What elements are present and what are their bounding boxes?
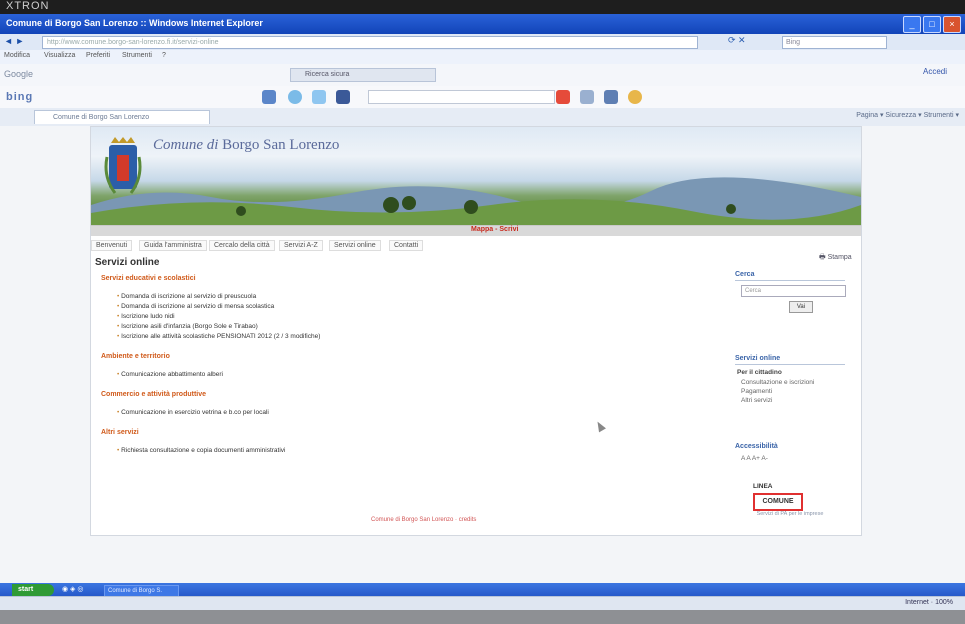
site-header: Comune di Borgo San Lorenzo (91, 127, 861, 225)
zoom-level[interactable]: 100% (935, 599, 953, 606)
site-strip: Mappa - Scrivi (91, 225, 861, 236)
menu-item-help[interactable]: ? (162, 52, 166, 59)
browser-tab[interactable]: Comune di Borgo San Lorenzo (34, 110, 210, 124)
linea-comune-logo[interactable]: COMUNE (753, 493, 803, 511)
windows-taskbar: start ◉ ◈ ◎ Comune di Borgo S. (0, 583, 965, 597)
right-sidebar: Cerca Cerca Vai Servizi online Per il ci… (731, 267, 851, 527)
tab-benvenuti[interactable]: Benvenuti (91, 240, 133, 251)
toolbar-signin-link[interactable]: Accedi (923, 67, 947, 76)
status-zone: Internet · 100% (905, 599, 953, 606)
site-nav: Benvenuti Guida l'amministra Cercalo del… (91, 239, 731, 253)
coat-of-arms-icon (104, 137, 142, 194)
sidebar-link[interactable]: Pagamenti (741, 388, 772, 395)
site-title-prefix: Comune di (153, 137, 219, 153)
status-bar: Internet · 100% (0, 596, 965, 610)
window-titlebar: Comune di Borgo San Lorenzo :: Windows I… (0, 14, 965, 34)
service-link[interactable]: Iscrizione ludo nidi (117, 313, 174, 320)
footer-link[interactable]: Comune di Borgo San Lorenzo · credits (371, 517, 476, 523)
start-button[interactable]: start (12, 584, 54, 596)
service-link[interactable]: Domanda di iscrizione al servizio di men… (117, 303, 274, 310)
services-subheading: Per il cittadino (737, 369, 782, 376)
bing-logo: bing (6, 91, 34, 103)
category-heading: Servizi educativi e scolastici (101, 275, 196, 282)
bing-search-input[interactable] (368, 90, 555, 104)
tab-servizi-online[interactable]: Servizi online (329, 240, 381, 251)
maximize-icon[interactable]: □ (923, 16, 941, 33)
service-link[interactable]: Richiesta consultazione e copia document… (117, 447, 285, 454)
monitor-brand: XTRON (6, 0, 50, 12)
landscape-banner (91, 177, 861, 225)
mouse-cursor-icon (594, 419, 606, 433)
search-input[interactable]: Bing (782, 36, 887, 49)
search-button[interactable]: Vai (789, 301, 813, 313)
minimize-icon[interactable]: _ (903, 16, 921, 33)
tab-contatti[interactable]: Contatti (389, 240, 424, 251)
service-link[interactable]: Comunicazione abbattimento alberi (117, 371, 223, 378)
screen: Comune di Borgo San Lorenzo :: Windows I… (0, 14, 965, 610)
font-size-controls[interactable]: A A A+ A- (741, 455, 768, 462)
menu-item-visualizza[interactable]: Visualizza (44, 52, 75, 59)
cloud-icon[interactable] (312, 90, 326, 104)
close-icon[interactable]: × (943, 16, 961, 33)
page-viewport: Comune di Borgo San Lorenzo Mappa - Scri… (0, 126, 965, 596)
divider (735, 280, 845, 281)
tab-guida[interactable]: Guida l'amministra (139, 240, 207, 251)
quick-launch-icons[interactable]: ◉ ◈ ◎ (62, 585, 84, 593)
window-title: Comune di Borgo San Lorenzo :: Windows I… (6, 18, 263, 28)
accessibility-heading: Accessibilità (735, 443, 778, 450)
monitor-bezel-bottom (0, 610, 965, 624)
command-bar[interactable]: Pagina ▾ Sicurezza ▾ Strumenti ▾ (856, 111, 959, 119)
category-heading: Commercio e attività produttive (101, 391, 207, 398)
google-toolbar: Google Ricerca sicura Accedi (0, 64, 965, 87)
menu-item-modifica[interactable]: Modifica (4, 52, 30, 59)
search-heading: Cerca (735, 271, 755, 278)
logo-top-text: LINEA (753, 483, 773, 490)
window-controls: _ □ × (903, 16, 961, 33)
service-link[interactable]: Iscrizione alle attività scolastiche PEN… (117, 333, 320, 340)
tab-servizi-az[interactable]: Servizi A-Z (279, 240, 323, 251)
refresh-stop-icons[interactable]: ⟳ ✕ (728, 35, 746, 46)
sidebar-link[interactable]: Consultazione e iscrizioni (741, 379, 814, 386)
zone-label: Internet (905, 599, 929, 606)
service-link[interactable]: Iscrizione asili d'infanzia (Borgo Sole … (117, 323, 258, 330)
tab-citta[interactable]: Cercalo della città (209, 240, 275, 251)
weather-icon[interactable] (288, 90, 302, 104)
thumbs-up-icon[interactable] (580, 90, 594, 104)
sun-icon[interactable] (628, 90, 642, 104)
print-link[interactable]: 🖶 Stampa (819, 253, 852, 264)
divider (735, 364, 845, 365)
menu-item-preferiti[interactable]: Preferiti (86, 52, 110, 59)
category-heading: Altri servizi (101, 429, 139, 436)
service-link[interactable]: Comunicazione in esercizio vetrina e b.c… (117, 409, 269, 416)
pen-icon[interactable] (262, 90, 276, 104)
mail-icon[interactable] (556, 90, 570, 104)
facebook-icon[interactable] (336, 90, 350, 104)
logo-subtitle: Servizi di PA per le imprese (756, 511, 824, 517)
toolbar-search-field[interactable]: Ricerca sicura (290, 68, 436, 82)
menu-item-strumenti[interactable]: Strumenti (122, 52, 152, 59)
service-link[interactable]: Domanda di iscrizione al servizio di pre… (117, 293, 256, 300)
menu-bar: Modifica Visualizza Preferiti Strumenti … (0, 50, 965, 64)
category-heading: Ambiente e territorio (101, 353, 170, 360)
print-label: Stampa (827, 254, 852, 261)
bing-toolbar: bing (0, 86, 965, 109)
services-heading: Servizi online (735, 355, 781, 362)
website-page: Comune di Borgo San Lorenzo Mappa - Scri… (90, 126, 862, 536)
back-forward-icons[interactable]: ◄ ► (4, 36, 24, 46)
site-title-name: Borgo San Lorenzo (222, 137, 340, 153)
tab-bar: Comune di Borgo San Lorenzo Pagina ▾ Sic… (0, 108, 965, 127)
site-title: Comune di Borgo San Lorenzo (153, 137, 339, 154)
address-bar: ◄ ► http://www.comune.borgo-san-lorenzo.… (0, 34, 965, 51)
site-search-input[interactable]: Cerca (741, 285, 846, 297)
sidebar-link[interactable]: Altri servizi (741, 397, 772, 404)
monitor-bezel: XTRON (0, 0, 965, 14)
page-title: Servizi online (95, 257, 160, 268)
strip-links[interactable]: Mappa - Scrivi (471, 226, 518, 233)
games-icon[interactable] (604, 90, 618, 104)
url-input[interactable]: http://www.comune.borgo-san-lorenzo.fi.i… (42, 36, 698, 49)
google-toolbar-label: Google (4, 69, 34, 79)
